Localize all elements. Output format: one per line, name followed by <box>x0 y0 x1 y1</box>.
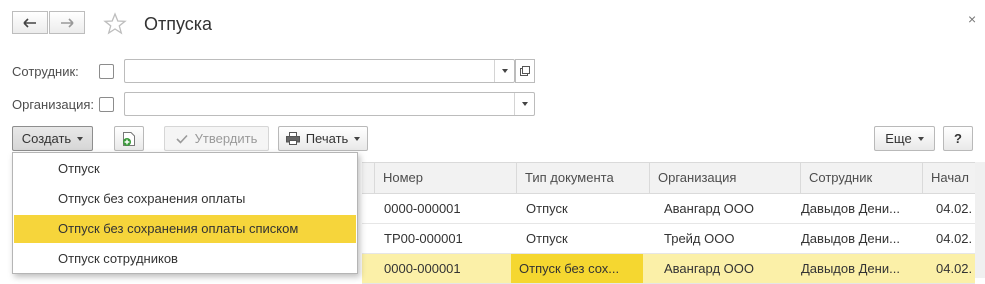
menu-item-unpaid-vacation-list[interactable]: Отпуск без сохранения оплаты списком <box>14 215 356 243</box>
organization-filter-checkbox[interactable] <box>99 97 114 112</box>
organization-dropdown-button[interactable] <box>514 93 534 115</box>
create-menu: Отпуск Отпуск без сохранения оплаты Отпу… <box>12 152 358 274</box>
employee-filter-checkbox[interactable] <box>99 64 114 79</box>
chevron-down-icon <box>77 136 84 141</box>
table-row[interactable]: ТР00-000001 Отпуск Трейд ООО Давыдов Ден… <box>362 224 975 254</box>
cell-start: 04.02. <box>936 261 973 276</box>
help-icon: ? <box>954 131 962 146</box>
column-header-doc-type[interactable]: Тип документа <box>516 163 649 193</box>
printer-icon <box>285 132 300 145</box>
menu-item-vacation[interactable]: Отпуск <box>14 155 356 183</box>
cell-number: 0000-000001 <box>384 261 461 276</box>
cell-doc-type: Отпуск <box>526 231 568 246</box>
create-button-label: Создать <box>21 131 72 146</box>
organization-filter-label: Организация: <box>12 97 95 112</box>
cell-organization: Трейд ООО <box>664 231 735 246</box>
arrow-left-icon <box>23 17 36 28</box>
star-icon[interactable] <box>103 12 127 36</box>
checkmark-icon <box>176 134 188 144</box>
create-button[interactable]: Создать <box>12 126 93 151</box>
employee-filter-label: Сотрудник: <box>12 64 79 79</box>
table-header: Номер Тип документа Организация Сотрудни… <box>362 162 975 194</box>
approve-button[interactable]: Утвердить <box>164 126 269 151</box>
forward-button[interactable] <box>49 11 85 34</box>
cell-organization: Авангард ООО <box>664 261 754 276</box>
employee-dropdown-button[interactable] <box>494 60 514 82</box>
more-button-label: Еще <box>885 131 912 146</box>
column-header-start[interactable]: Начал <box>922 163 975 193</box>
cell-number: ТР00-000001 <box>384 231 463 246</box>
cell-doc-type: Отпуск <box>526 201 568 216</box>
cell-number: 0000-000001 <box>384 201 461 216</box>
help-button[interactable]: ? <box>943 126 973 151</box>
table-row[interactable]: 0000-000001 Отпуск Авангард ООО Давыдов … <box>362 194 975 224</box>
vertical-scrollbar[interactable] <box>975 162 985 278</box>
back-button[interactable] <box>12 11 48 34</box>
column-header-organization[interactable]: Организация <box>649 163 800 193</box>
cell-employee: Давыдов Дени... <box>801 231 900 246</box>
cell-organization: Авангард ООО <box>664 201 754 216</box>
arrow-right-icon <box>61 17 74 28</box>
cell-doc-type-focused: Отпуск без сох... <box>511 254 643 283</box>
cell-start: 04.02. <box>936 231 973 246</box>
chevron-down-icon <box>521 102 528 106</box>
chevron-down-icon <box>917 136 924 141</box>
copy-add-button[interactable] <box>114 126 144 151</box>
open-window-icon <box>520 66 530 76</box>
more-button[interactable]: Еще <box>874 126 935 151</box>
cell-start: 04.02. <box>936 201 973 216</box>
employee-field[interactable] <box>124 59 515 83</box>
add-document-icon <box>123 131 135 146</box>
menu-item-unpaid-vacation[interactable]: Отпуск без сохранения оплаты <box>14 185 356 213</box>
page-title: Отпуска <box>144 14 213 34</box>
column-header-number[interactable]: Номер <box>374 163 516 193</box>
print-button[interactable]: Печать <box>278 126 368 151</box>
column-header-employee[interactable]: Сотрудник <box>800 163 922 193</box>
print-button-label: Печать <box>305 131 349 146</box>
cell-employee: Давыдов Дени... <box>801 261 900 276</box>
close-icon[interactable]: × <box>968 11 976 27</box>
table-row-selected[interactable]: 0000-000001 Отпуск без сох... Авангард О… <box>362 254 975 284</box>
chevron-down-icon <box>354 136 361 141</box>
chevron-down-icon <box>501 69 508 73</box>
employee-open-button[interactable] <box>515 59 535 83</box>
organization-field[interactable] <box>124 92 535 116</box>
cell-employee: Давыдов Дени... <box>801 201 900 216</box>
approve-button-label: Утвердить <box>194 131 258 146</box>
menu-item-employees-vacation[interactable]: Отпуск сотрудников <box>14 245 356 273</box>
